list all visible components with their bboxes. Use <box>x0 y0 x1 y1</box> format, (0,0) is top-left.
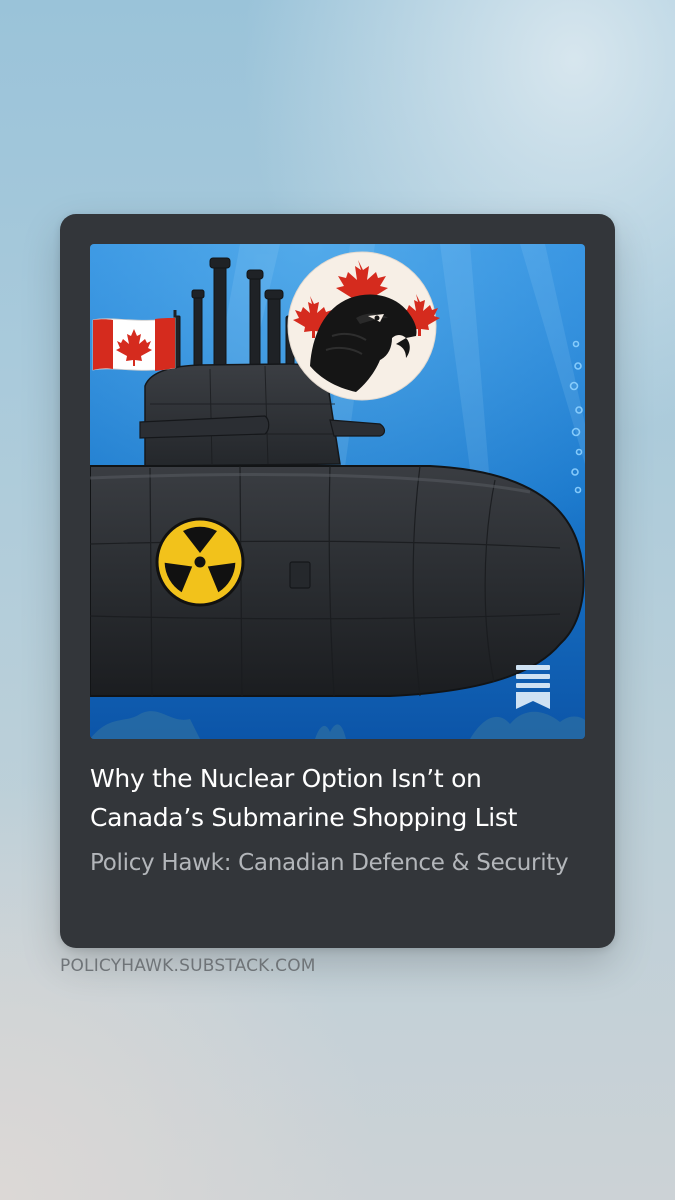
hero-image[interactable] <box>90 244 585 739</box>
canada-flag <box>92 317 176 371</box>
bookmark-icon[interactable] <box>514 663 552 711</box>
radiation-symbol <box>155 517 245 607</box>
source-domain[interactable]: POLICYHAWK.SUBSTACK.COM <box>60 956 316 976</box>
publication-name: Policy Hawk: Canadian Defence & Security <box>90 850 569 876</box>
link-preview-card[interactable]: Why the Nuclear Option Isn’t on Canada’s… <box>60 214 615 948</box>
post-title[interactable]: Why the Nuclear Option Isn’t on Canada’s… <box>90 759 590 837</box>
